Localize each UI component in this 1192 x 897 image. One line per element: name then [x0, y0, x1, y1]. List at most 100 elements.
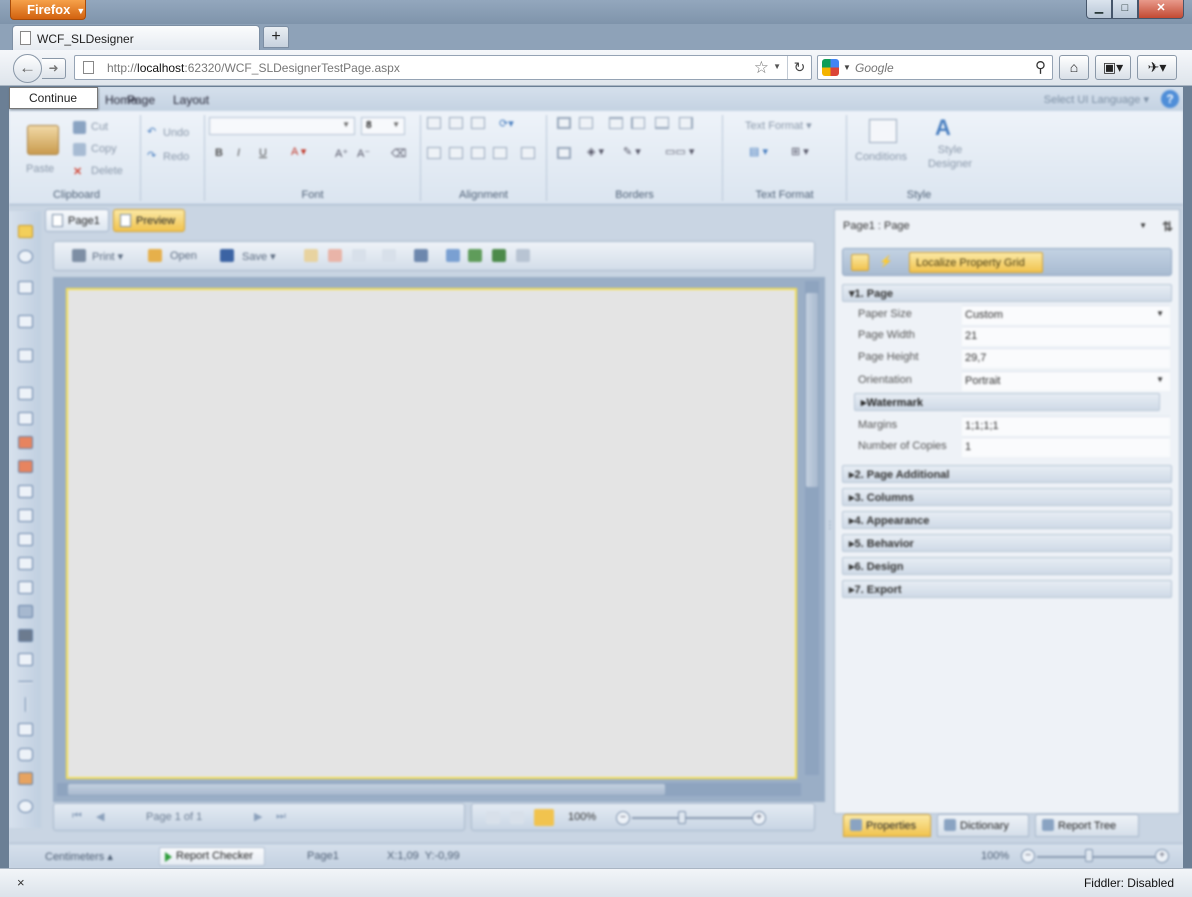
font-size-combo[interactable]: 8 ▼	[361, 117, 405, 135]
history-dropdown-icon[interactable]: ▼	[773, 62, 781, 71]
right-border-icon[interactable]	[679, 117, 693, 129]
category-page-additional[interactable]: ▸2. Page Additional	[842, 465, 1172, 483]
style-designer-button[interactable]: Style Designer	[925, 143, 975, 171]
chart-tool-icon[interactable]	[18, 605, 33, 618]
bottom-border-icon[interactable]	[655, 117, 669, 129]
paste-icon[interactable]	[27, 125, 59, 155]
tab-page[interactable]: Page	[127, 93, 155, 107]
forward-button[interactable]: ➜	[42, 58, 66, 79]
image-tool-icon[interactable]	[18, 460, 33, 473]
font-family-combo[interactable]: ▼	[209, 117, 355, 135]
all-borders-icon[interactable]	[557, 117, 571, 129]
select-tool-icon[interactable]	[18, 225, 33, 238]
vline-tool-icon[interactable]	[25, 697, 27, 712]
home-icon[interactable]: ⌂	[1059, 55, 1089, 80]
property-value[interactable]: Portrait ▼	[962, 371, 1170, 391]
ui-language-select[interactable]: Select UI Language ▾	[1044, 93, 1149, 106]
object-selector[interactable]: Page1 : Page ▼	[843, 220, 1147, 232]
units-selector[interactable]: Centimeters ▴	[45, 850, 113, 863]
text-tool-icon[interactable]	[18, 387, 33, 400]
richtext-tool-icon[interactable]	[18, 653, 33, 666]
first-page-icon[interactable]: ⏮	[72, 810, 82, 823]
tab-layout[interactable]: Layout	[173, 93, 209, 107]
back-button[interactable]: ←	[13, 54, 42, 83]
band-tool-icon[interactable]	[18, 315, 33, 328]
redo-button[interactable]: Redo	[163, 151, 189, 163]
firefox-menu-button[interactable]: Firefox ▼	[10, 0, 86, 20]
align-middle-icon[interactable]	[449, 117, 463, 129]
property-value[interactable]: 21	[962, 326, 1170, 346]
undo-button[interactable]: Undo	[163, 127, 189, 139]
bookmarks-panel-icon[interactable]	[468, 249, 482, 262]
open-icon[interactable]	[148, 249, 162, 262]
save-icon[interactable]	[220, 249, 234, 262]
panel-tool-icon[interactable]	[18, 533, 33, 546]
localize-property-grid-button[interactable]: Localize Property Grid	[909, 252, 1043, 273]
save-button[interactable]: Save ▾	[242, 250, 276, 263]
top-border-icon[interactable]	[609, 117, 623, 129]
no-border-icon[interactable]	[579, 117, 593, 129]
bookmark-star-icon[interactable]: ☆	[754, 58, 769, 78]
rotate-icon[interactable]: ⟳▾	[499, 117, 514, 130]
subcategory-watermark[interactable]: ▸Watermark	[854, 393, 1160, 411]
minimize-button[interactable]: ▁	[1086, 0, 1112, 19]
zoom-out-icon[interactable]: −	[616, 811, 630, 825]
zoom-slider-thumb[interactable]	[1085, 849, 1093, 862]
category-appearance[interactable]: ▸4. Appearance	[842, 511, 1172, 529]
scroll-thumb[interactable]	[806, 293, 818, 487]
barcode-tool-icon[interactable]	[18, 629, 33, 642]
rectangle-tool-icon[interactable]	[18, 723, 33, 736]
border-color-icon[interactable]: ✎ ▾	[623, 145, 641, 158]
zoom-in-icon[interactable]: +	[752, 811, 766, 825]
property-row[interactable]: Orientation Portrait ▼	[842, 370, 1172, 392]
tab-preview[interactable]: Preview	[113, 209, 185, 232]
categorized-icon[interactable]	[851, 254, 869, 271]
search-bar[interactable]: ▼ Google ⚲	[817, 55, 1053, 80]
image-tool-icon[interactable]	[18, 581, 33, 594]
prev-page-icon[interactable]: ◀	[96, 810, 104, 823]
highlight-icon[interactable]: ▤ ▾	[749, 145, 768, 158]
help-icon[interactable]: ?	[1161, 90, 1179, 108]
next-page-icon[interactable]: ▶	[254, 810, 262, 823]
panel-tool-icon[interactable]	[18, 485, 33, 498]
category-page[interactable]: ▾1. Page	[842, 284, 1172, 302]
wrap-text-icon[interactable]	[521, 147, 535, 159]
align-bottom-icon[interactable]	[471, 117, 485, 129]
text-tool-icon[interactable]	[18, 412, 33, 425]
undo-icon[interactable]: ↶	[147, 125, 156, 138]
band-tool-icon[interactable]	[18, 349, 33, 362]
align-center-icon[interactable]	[449, 147, 463, 159]
shadow-icon[interactable]	[557, 147, 571, 159]
property-value[interactable]: Custom ▼	[962, 305, 1170, 325]
redo-icon[interactable]: ↷	[147, 149, 156, 162]
format-icon[interactable]: ⊞ ▾	[791, 145, 809, 158]
status-zoom-slider[interactable]	[1037, 856, 1163, 858]
report-checker-button[interactable]: Report Checker	[159, 847, 265, 866]
one-page-icon[interactable]	[486, 811, 500, 824]
zoom-slider[interactable]	[632, 817, 752, 819]
find-icon[interactable]	[414, 249, 428, 262]
bookmarks-icon[interactable]: ▣▾	[1095, 55, 1131, 80]
panel-tool-icon[interactable]	[18, 509, 33, 522]
property-row[interactable]: Page Width 21	[842, 325, 1172, 347]
print-button[interactable]: Print ▾	[92, 250, 123, 263]
font-color-icon[interactable]: A ▾	[291, 145, 306, 158]
engine-dropdown-icon[interactable]: ▼	[843, 63, 851, 72]
fill-color-icon[interactable]: ◈ ▾	[587, 145, 604, 158]
report-page[interactable]	[66, 288, 797, 779]
checkbox-tool-icon[interactable]	[18, 772, 33, 785]
chevron-down-icon[interactable]: ▼	[1156, 309, 1164, 318]
continue-tooltip-button[interactable]: Continue	[9, 87, 98, 109]
rounded-rect-tool-icon[interactable]	[18, 748, 33, 761]
paste-button[interactable]: Paste	[26, 163, 54, 175]
property-value[interactable]: 1	[962, 437, 1170, 457]
tab-dictionary[interactable]: Dictionary	[937, 814, 1029, 837]
border-style-icon[interactable]: ▭▭ ▾	[665, 145, 694, 158]
search-icon[interactable]: ⚲	[1035, 58, 1046, 76]
sort-icon[interactable]: ⇅	[1162, 219, 1173, 235]
hline-tool-icon[interactable]	[18, 681, 33, 683]
category-behavior[interactable]: ▸5. Behavior	[842, 534, 1172, 552]
open-button[interactable]: Open	[170, 250, 197, 262]
conditions-icon[interactable]	[869, 119, 897, 143]
settings-tool-icon[interactable]	[18, 800, 33, 813]
